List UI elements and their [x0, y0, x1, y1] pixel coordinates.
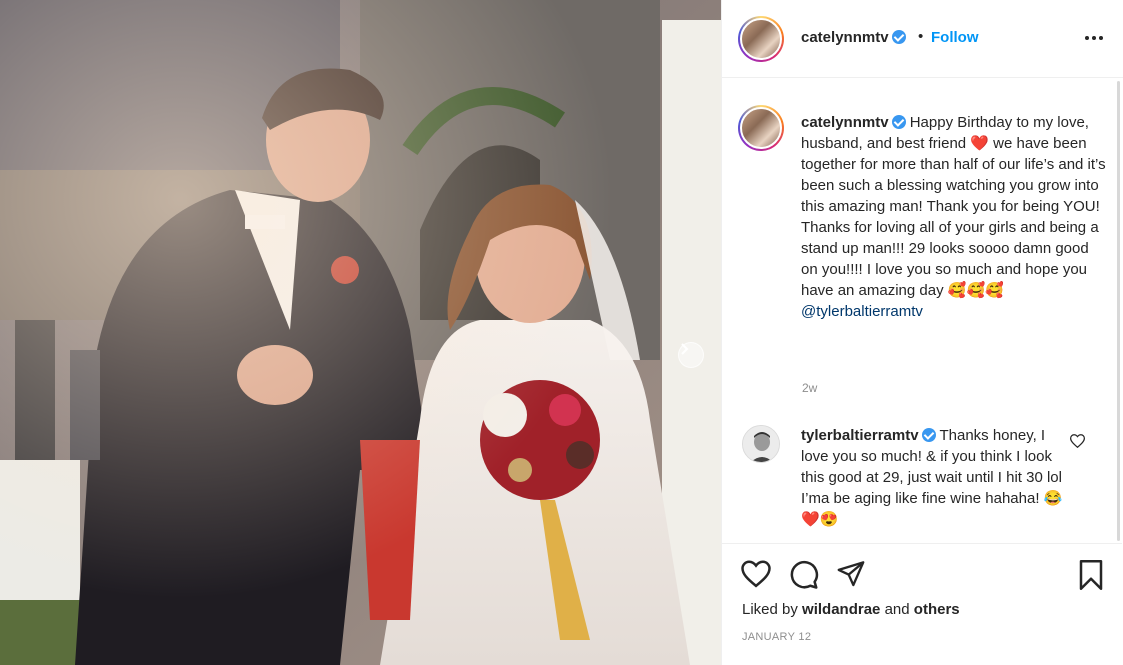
- caption-username[interactable]: catelynnmtv: [801, 114, 889, 131]
- caption-author-avatar[interactable]: [738, 105, 784, 151]
- heart-icon[interactable]: [741, 560, 771, 588]
- separator-dot: •: [918, 28, 924, 45]
- reply-emoji: 😂: [1043, 490, 1063, 507]
- verified-badge-icon: [891, 115, 906, 129]
- reply-username[interactable]: tylerbaltierramtv: [801, 427, 919, 444]
- chevron-right-icon: [681, 343, 689, 355]
- comments-scrollbar[interactable]: [1117, 81, 1120, 541]
- post-caption: catelynnmtv Happy Birthday to my love, h…: [801, 112, 1106, 322]
- author-avatar[interactable]: [738, 16, 784, 62]
- caption-emojis: 🥰🥰🥰: [947, 282, 1004, 299]
- follow-button[interactable]: Follow: [931, 29, 979, 46]
- post-header: catelynnmtv • Follow: [722, 0, 1123, 78]
- caption-timestamp[interactable]: 2w: [802, 381, 817, 395]
- caption-text: Happy Birthday to my love, husband, and …: [801, 114, 1106, 299]
- comment-like-heart-icon[interactable]: [1070, 434, 1085, 448]
- reply-author-avatar[interactable]: [742, 425, 780, 463]
- avatar-image: [743, 426, 779, 462]
- caption-mention-link[interactable]: @tylerbaltierramtv: [801, 303, 923, 320]
- verified-badge-icon: [921, 428, 936, 442]
- comment-icon[interactable]: [789, 560, 819, 590]
- likes-summary: Liked by wildandrae and others: [742, 601, 960, 618]
- verified-badge-icon: [891, 30, 906, 44]
- carousel-next-button[interactable]: [678, 342, 704, 368]
- likes-joiner: and: [884, 601, 910, 618]
- reply-trailing-emojis: ❤️😍: [801, 511, 839, 528]
- bookmark-icon[interactable]: [1078, 560, 1104, 590]
- more-options-icon[interactable]: [1085, 36, 1103, 40]
- likes-prefix: Liked by: [742, 601, 798, 618]
- post-photo[interactable]: [0, 0, 721, 665]
- wedding-photo-image: [0, 0, 721, 665]
- likes-user-link[interactable]: wildandrae: [802, 601, 880, 618]
- post-sidebar: catelynnmtv • Follow catelynnmtv Happy B…: [721, 0, 1123, 665]
- share-icon[interactable]: [836, 560, 866, 588]
- author-username[interactable]: catelynnmtv: [801, 29, 906, 46]
- likes-others-link[interactable]: others: [914, 601, 960, 618]
- post-date[interactable]: JANUARY 12: [742, 631, 811, 643]
- reply-comment: tylerbaltierramtv Thanks honey, I love y…: [801, 425, 1071, 530]
- comments-section[interactable]: catelynnmtv Happy Birthday to my love, h…: [722, 79, 1122, 543]
- post-actions: Liked by wildandrae and others JANUARY 1…: [722, 543, 1122, 665]
